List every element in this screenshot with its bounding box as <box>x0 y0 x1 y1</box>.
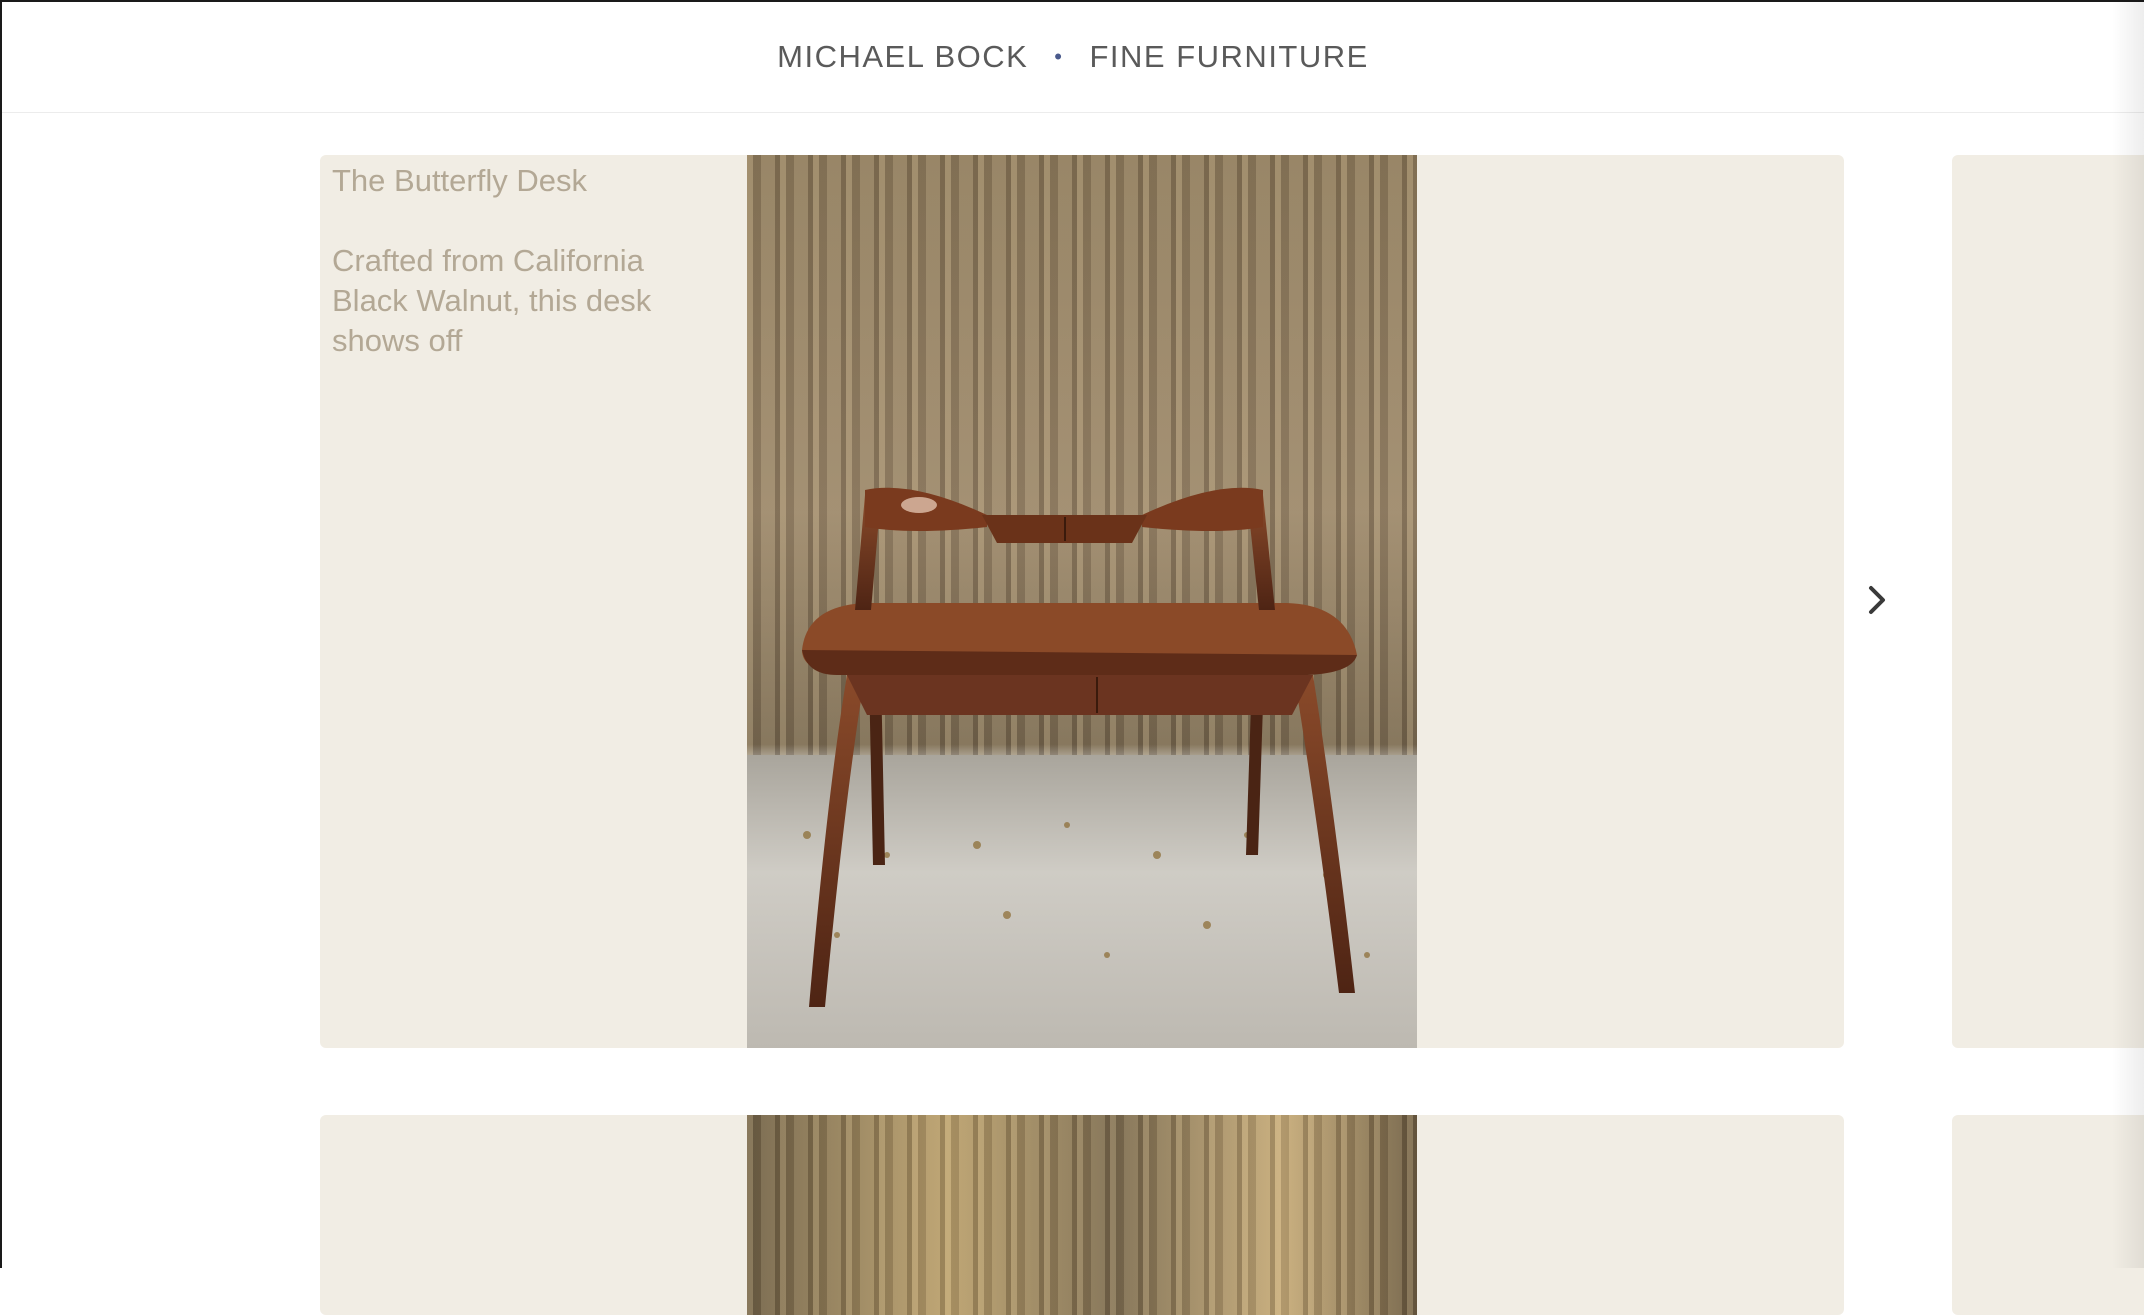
site-header: MICHAEL BOCK • FINE FURNITURE <box>2 2 2144 113</box>
next-slide-peek[interactable] <box>1952 155 2144 1048</box>
header-separator-dot: • <box>1054 44 1064 69</box>
slide-title: The Butterfly Desk <box>332 163 587 198</box>
desk-photo-2[interactable] <box>747 1115 1417 1315</box>
desk-photo[interactable] <box>747 155 1417 1048</box>
gallery-slide: The Butterfly Desk Crafted from Californ… <box>320 155 1844 1048</box>
wood-wall-background-2 <box>747 1115 1417 1315</box>
next-slide-peek-2[interactable] <box>1952 1115 2144 1315</box>
chevron-right-icon <box>1869 586 1885 614</box>
slide-caption: The Butterfly Desk Crafted from Californ… <box>332 161 712 361</box>
butterfly-desk-illustration <box>802 487 1370 1007</box>
brand-tagline: FINE FURNITURE <box>1089 39 1369 74</box>
window-frame-left <box>0 0 2 1268</box>
gallery-slide-2 <box>320 1115 1844 1315</box>
slide-description: Crafted from California Black Walnut, th… <box>332 243 652 358</box>
brand-name-link[interactable]: MICHAEL BOCK <box>777 39 1028 75</box>
next-slide-button[interactable] <box>1862 580 1892 620</box>
